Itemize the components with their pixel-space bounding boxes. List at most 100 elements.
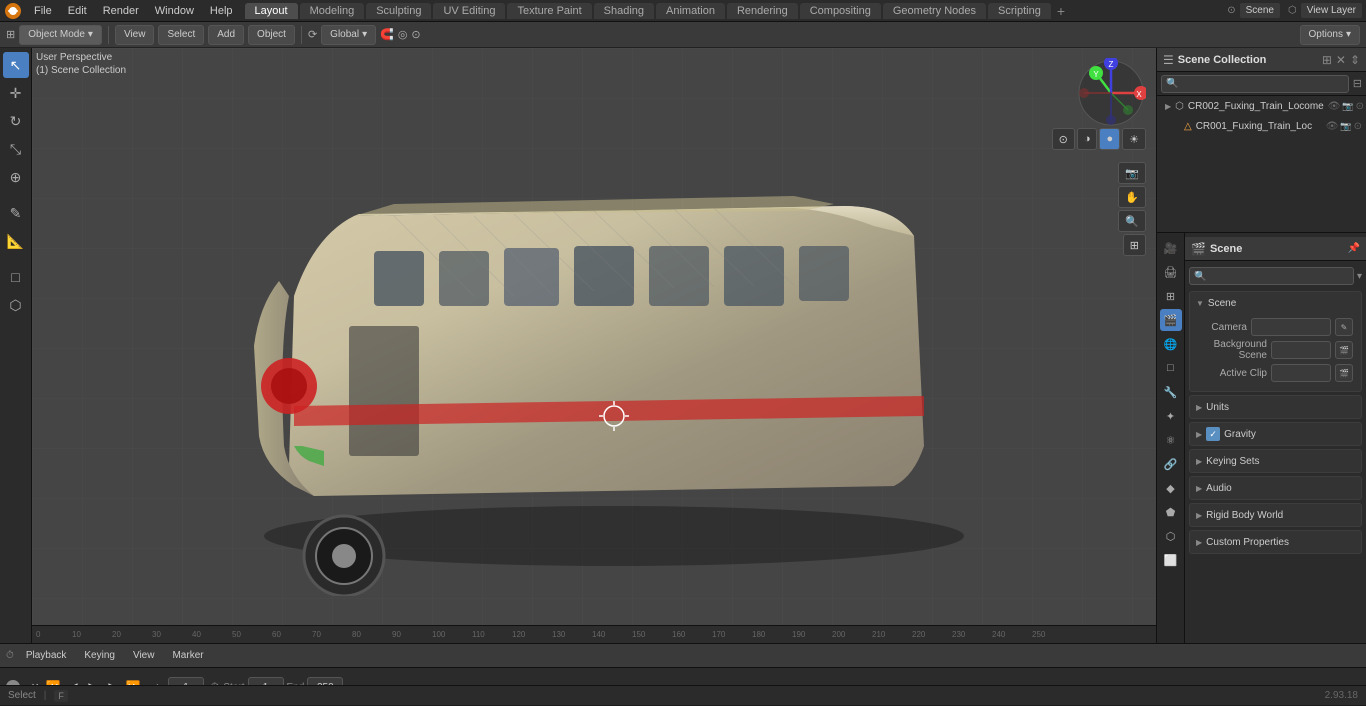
active-clip-value[interactable] (1271, 364, 1331, 382)
outliner-filter-icon[interactable]: ⊞ (1322, 53, 1332, 67)
options-btn[interactable]: Options ▾ (1300, 25, 1361, 45)
prop-icon-object[interactable]: □ (1160, 357, 1182, 379)
prop-icon-particles[interactable]: ✦ (1160, 405, 1182, 427)
mode-icon[interactable]: ⊞ (6, 28, 15, 41)
menu-edit[interactable]: Edit (60, 3, 95, 19)
tab-texture-paint[interactable]: Texture Paint (507, 3, 591, 19)
prop-icon-modifier[interactable]: 🔧 (1160, 381, 1182, 403)
camera-value[interactable] (1251, 318, 1331, 336)
tool-transform[interactable]: ⊕ (3, 164, 29, 190)
camera-picker-btn[interactable]: ✎ (1335, 318, 1353, 336)
viewport-solid-btn[interactable]: ● (1099, 128, 1120, 150)
active-clip-picker-btn[interactable]: 🎬 (1335, 364, 1353, 382)
prop-row-active-clip: Active Clip 🎬 (1196, 362, 1355, 384)
tab-scripting[interactable]: Scripting (988, 3, 1051, 19)
tool-measure[interactable]: 📐 (3, 228, 29, 254)
viewport-camera-btn[interactable]: 📷 (1118, 162, 1146, 184)
tab-compositing[interactable]: Compositing (800, 3, 881, 19)
tab-modeling[interactable]: Modeling (300, 3, 365, 19)
tab-sculpting[interactable]: Sculpting (366, 3, 431, 19)
prop-icon-render[interactable]: 🎥 (1160, 237, 1182, 259)
prop-icon-scene[interactable]: 🎬 (1160, 309, 1182, 331)
tab-rendering[interactable]: Rendering (727, 3, 798, 19)
custom-section-header[interactable]: ▶ Custom Properties (1190, 531, 1361, 553)
menu-window[interactable]: Window (147, 3, 202, 19)
tool-move[interactable]: ✛ (3, 80, 29, 106)
outliner-cam-icon-cr002[interactable]: 📷 (1342, 101, 1353, 112)
props-pin-icon[interactable]: 📌 (1348, 243, 1360, 254)
pivot-btn[interactable]: Global ▾ (321, 25, 376, 45)
viewport-display-btn[interactable]: ⊙ (1052, 128, 1075, 150)
timeline-view-menu[interactable]: View (127, 650, 161, 661)
object-mode-btn[interactable]: Object Mode ▾ (19, 25, 102, 45)
viewport-zoom-btn[interactable]: 🔍 (1118, 210, 1146, 232)
keying-section-header[interactable]: ▶ Keying Sets (1190, 450, 1361, 472)
rigid-section-header[interactable]: ▶ Rigid Body World (1190, 504, 1361, 526)
tab-uv-editing[interactable]: UV Editing (433, 3, 505, 19)
prop-icon-data[interactable]: ◆ (1160, 477, 1182, 499)
timeline-keying-menu[interactable]: Keying (78, 650, 121, 661)
viewport[interactable]: User Perspective (1) Scene Collection X … (32, 48, 1156, 643)
viewport-hand-btn[interactable]: ✋ (1118, 186, 1146, 208)
prop-icon-shader[interactable]: ⬡ (1160, 525, 1182, 547)
scene-selector[interactable]: Scene (1240, 3, 1280, 18)
props-search-filter[interactable]: ▾ (1357, 271, 1362, 282)
prop-icon-output[interactable]: 🖨 (1160, 261, 1182, 283)
gravity-checkbox[interactable]: ✓ (1206, 427, 1220, 441)
tool-annotate[interactable]: ✎ (3, 200, 29, 226)
tab-geometry-nodes[interactable]: Geometry Nodes (883, 3, 986, 19)
prop-icon-world[interactable]: 🌐 (1160, 333, 1182, 355)
gravity-section-header[interactable]: ▶ ✓ Gravity (1190, 423, 1361, 445)
tab-animation[interactable]: Animation (656, 3, 725, 19)
viewport-canvas[interactable]: User Perspective (1) Scene Collection X … (32, 48, 1156, 643)
proportional-icon[interactable]: ◎ (398, 28, 408, 41)
audio-section-header[interactable]: ▶ Audio (1190, 477, 1361, 499)
outliner-search-input[interactable] (1161, 75, 1349, 93)
bg-scene-picker-btn[interactable]: 🎬 (1335, 341, 1353, 359)
viewport-rendered-btn[interactable]: ☀ (1122, 128, 1146, 150)
outliner-vis-icon-cr001[interactable]: 👁 (1326, 121, 1339, 132)
timeline-marker-menu[interactable]: Marker (166, 650, 209, 661)
menu-file[interactable]: File (26, 3, 60, 19)
props-search-input[interactable] (1189, 267, 1354, 285)
object-menu-btn[interactable]: Object (248, 25, 295, 45)
tab-shading[interactable]: Shading (594, 3, 654, 19)
timeline-playback-menu[interactable]: Playback (20, 650, 73, 661)
add-workspace-btn[interactable]: + (1053, 3, 1069, 19)
outliner-expand-icon[interactable]: ⇕ (1350, 53, 1360, 67)
tool-select[interactable]: ↖ (3, 52, 29, 78)
tab-layout[interactable]: Layout (245, 3, 298, 19)
outliner-filter-btn[interactable]: ⊟ (1353, 77, 1362, 90)
prop-icon-viewlayer[interactable]: ⊞ (1160, 285, 1182, 307)
units-section-header[interactable]: ▶ Units (1190, 396, 1361, 418)
prop-icon-material[interactable]: ⬟ (1160, 501, 1182, 523)
props-scene-header[interactable]: ▼ Scene (1190, 292, 1361, 314)
outliner-close-icon[interactable]: ✕ (1336, 53, 1346, 67)
outliner-render-icon-cr001[interactable]: ⊙ (1354, 121, 1362, 132)
viewport-shading-btn[interactable]: ◑ (1077, 128, 1098, 150)
view-menu-btn[interactable]: View (115, 25, 155, 45)
prop-icon-physics[interactable]: ⚛ (1160, 429, 1182, 451)
prop-icon-constraints[interactable]: 🔗 (1160, 453, 1182, 475)
tool-rotate[interactable]: ↻ (3, 108, 29, 134)
tool-add-cube[interactable]: □ (3, 264, 29, 290)
proportional2-icon[interactable]: ⊙ (411, 28, 420, 41)
select-menu-btn[interactable]: Select (158, 25, 204, 45)
tool-scale[interactable]: ⤡ (3, 136, 29, 162)
outliner-vis-icon-cr002[interactable]: 👁 (1328, 101, 1341, 112)
menu-help[interactable]: Help (202, 3, 241, 19)
outliner-cam-icon-cr001[interactable]: 📷 (1340, 121, 1351, 132)
add-menu-btn[interactable]: Add (208, 25, 244, 45)
menu-render[interactable]: Render (95, 3, 147, 19)
prop-icon-compositor[interactable]: ⬜ (1160, 549, 1182, 571)
viewport-gizmo[interactable]: X Y Z (1076, 58, 1146, 128)
snap-icon[interactable]: 🧲 (380, 28, 394, 41)
outliner-item-cr002[interactable]: ▶ ⬡ CR002_Fuxing_Train_Locome 👁 📷 ⊙ (1157, 96, 1366, 116)
outliner-render-icon-cr002[interactable]: ⊙ (1356, 101, 1364, 112)
bg-scene-value[interactable] (1271, 341, 1331, 359)
tool-add2[interactable]: ⬡ (3, 292, 29, 318)
viewport-layers-btn[interactable]: ⊞ (1123, 234, 1146, 256)
timeline-icon: ⏱ (6, 650, 14, 661)
view-layer-selector[interactable]: View Layer (1301, 3, 1362, 18)
outliner-item-cr001[interactable]: △ CR001_Fuxing_Train_Loc 👁 📷 ⊙ (1157, 116, 1366, 136)
